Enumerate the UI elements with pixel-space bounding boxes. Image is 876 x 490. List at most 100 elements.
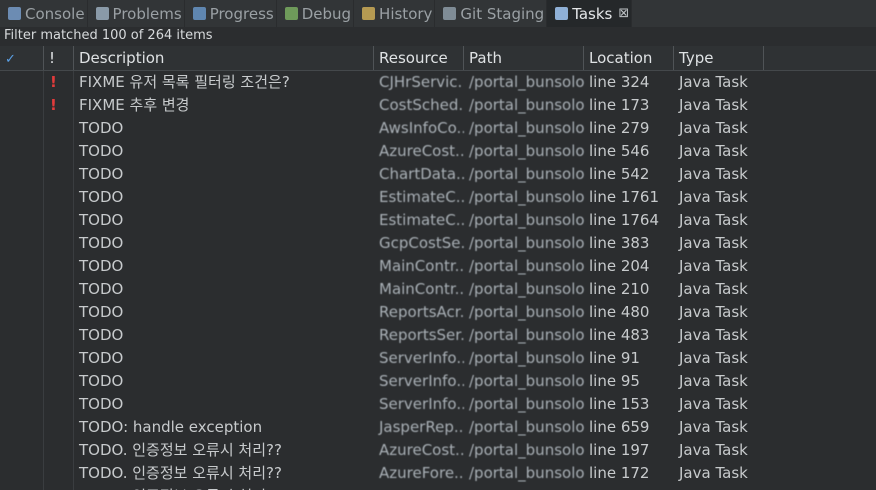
table-row[interactable]: TODO ChartData... /portal_bunsolo... line 5… bbox=[0, 163, 876, 186]
resource-cell: ReportsSer... bbox=[379, 326, 464, 344]
tab-git-staging[interactable]: Git Staging bbox=[435, 0, 548, 27]
path-cell: /portal_bunsolo... bbox=[469, 188, 584, 206]
location-cell: line 197 bbox=[589, 441, 650, 459]
tab-progress[interactable]: Progress bbox=[185, 0, 277, 27]
resource-cell: ReportsAcr... bbox=[379, 303, 464, 321]
table-row[interactable]: TODO: handle exception JasperRep... /porta… bbox=[0, 416, 876, 439]
description-cell: TODO bbox=[79, 211, 124, 229]
tab-label: Git Staging bbox=[460, 4, 545, 23]
priority-cell bbox=[44, 140, 74, 163]
priority-cell bbox=[44, 347, 74, 370]
resource-column-header[interactable]: Resource bbox=[374, 46, 464, 70]
location-cell: line 546 bbox=[589, 142, 650, 160]
location-cell: line 204 bbox=[589, 257, 650, 275]
table-row[interactable]: TODO GcpCostSe... /portal_bunsolo... line 3… bbox=[0, 232, 876, 255]
table-row[interactable]: ! FIXME 추후 변경 CostSched... /portal_bunsolo.… bbox=[0, 94, 876, 117]
completed-column-header[interactable]: ✓ bbox=[0, 46, 44, 70]
table-row[interactable]: TODO. 인증정보 오류시 처리?? AzureFore... /portal_b… bbox=[0, 462, 876, 485]
table-row[interactable]: TODO EstimateC... /portal_bunsolo... line 1… bbox=[0, 186, 876, 209]
table-row[interactable]: TODO MainContr... /portal_bunsolo... line 2… bbox=[0, 278, 876, 301]
priority-column-header[interactable]: ! bbox=[44, 46, 74, 70]
tab-problems[interactable]: Problems bbox=[88, 0, 185, 27]
priority-cell bbox=[44, 439, 74, 462]
table-row[interactable]: TODO EstimateC... /portal_bunsolo... line 1… bbox=[0, 209, 876, 232]
location-cell: line 542 bbox=[589, 165, 650, 183]
priority-cell bbox=[44, 255, 74, 278]
path-cell: /portal_bunsolo... bbox=[469, 395, 584, 413]
type-cell: Java Task bbox=[679, 464, 748, 482]
table-row[interactable]: TODO AwsInfoCo... /portal_bunsolo... line 2… bbox=[0, 117, 876, 140]
completed-cell bbox=[0, 163, 44, 186]
resource-cell: AzureFore... bbox=[379, 464, 464, 482]
tasks-table-body: ! FIXME 유저 목록 필터링 조건은? CJHrServic... /porta… bbox=[0, 71, 876, 490]
description-cell: TODO: handle exception bbox=[79, 418, 263, 436]
table-row[interactable]: TODO MainContr... /portal_bunsolo... line 2… bbox=[0, 255, 876, 278]
description-column-header[interactable]: Description bbox=[74, 46, 374, 70]
tasks-view: Console Problems Progress Debug History Git S… bbox=[0, 0, 876, 490]
type-column-header[interactable]: Type bbox=[674, 46, 764, 70]
tab-history[interactable]: History bbox=[354, 0, 436, 27]
resource-cell: EstimateC... bbox=[379, 211, 464, 229]
path-cell: /portal_bunsolo... bbox=[469, 211, 584, 229]
description-cell: TODO. 인증정보 오류시 처리?? bbox=[74, 485, 374, 490]
table-header: ✓ ! Description Resource Path Location T… bbox=[0, 46, 876, 71]
view-tab-bar: Console Problems Progress Debug History Git S… bbox=[0, 0, 876, 27]
description-cell: FIXME 유저 목록 필터링 조건은? bbox=[79, 73, 290, 91]
table-row[interactable]: TODO ServerInfo... /portal_bunsolo... line … bbox=[0, 347, 876, 370]
location-cell: line 91 bbox=[589, 349, 640, 367]
type-cell bbox=[674, 485, 764, 490]
type-cell: Java Task bbox=[679, 303, 748, 321]
type-cell: Java Task bbox=[679, 349, 748, 367]
description-cell: TODO bbox=[79, 303, 124, 321]
path-column-header[interactable]: Path bbox=[464, 46, 584, 70]
table-row[interactable]: ! FIXME 유저 목록 필터링 조건은? CJHrServic... /porta… bbox=[0, 71, 876, 94]
location-column-header[interactable]: Location bbox=[584, 46, 674, 70]
table-row[interactable]: TODO. 인증정보 오류시 처리?? AzureCost... /portal_b… bbox=[0, 439, 876, 462]
description-cell: TODO bbox=[79, 188, 124, 206]
location-cell: line 172 bbox=[589, 464, 650, 482]
priority-cell bbox=[44, 117, 74, 140]
description-cell: TODO bbox=[79, 257, 124, 275]
path-cell: /portal_bunsolo... bbox=[469, 234, 584, 252]
resource-cell: EstimateC... bbox=[379, 188, 464, 206]
type-cell: Java Task bbox=[679, 326, 748, 344]
priority-cell bbox=[44, 370, 74, 393]
completed-cell bbox=[0, 232, 44, 255]
table-row[interactable]: TODO AzureCost... /portal_bunsolo... line 5… bbox=[0, 140, 876, 163]
completed-cell bbox=[0, 209, 44, 232]
tab-tasks[interactable]: Tasks ⊠ bbox=[547, 0, 633, 27]
completed-cell bbox=[0, 117, 44, 140]
type-cell: Java Task bbox=[679, 395, 748, 413]
console-icon bbox=[8, 7, 21, 20]
table-row[interactable]: TODO ServerInfo... /portal_bunsolo... line … bbox=[0, 370, 876, 393]
tab-console[interactable]: Console bbox=[0, 0, 88, 27]
path-cell: /portal_bunsolo... bbox=[469, 119, 584, 137]
type-cell: Java Task bbox=[679, 418, 748, 436]
description-cell: TODO bbox=[79, 280, 124, 298]
close-icon[interactable]: ⊠ bbox=[618, 6, 629, 21]
completed-cell bbox=[0, 186, 44, 209]
resource-cell: ServerInfo... bbox=[379, 395, 464, 413]
table-row[interactable]: TODO ReportsAcr... /portal_bunsolo... line … bbox=[0, 301, 876, 324]
resource-cell: CostSched... bbox=[379, 96, 464, 114]
location-cell: line 1764 bbox=[589, 211, 660, 229]
location-cell: line 324 bbox=[589, 73, 650, 91]
priority-cell bbox=[44, 163, 74, 186]
completed-cell bbox=[0, 416, 44, 439]
resource-cell: AwsInfoCo... bbox=[379, 119, 464, 137]
location-cell: line 1761 bbox=[589, 188, 660, 206]
completed-cell bbox=[0, 393, 44, 416]
resource-cell: GcpCostSe... bbox=[379, 234, 464, 252]
tasks-icon bbox=[555, 7, 569, 20]
description-cell: TODO bbox=[79, 395, 124, 413]
priority-cell bbox=[44, 186, 74, 209]
path-cell: /portal_bunsolo... bbox=[469, 280, 584, 298]
filter-status: Filter matched 100 of 264 items bbox=[4, 28, 213, 43]
table-row[interactable]: TODO. 인증정보 오류시 처리?? bbox=[0, 485, 876, 490]
type-cell: Java Task bbox=[679, 96, 748, 114]
type-cell: Java Task bbox=[679, 142, 748, 160]
tab-debug[interactable]: Debug bbox=[277, 0, 355, 27]
table-row[interactable]: TODO ReportsSer... /portal_bunsolo... line … bbox=[0, 324, 876, 347]
priority-cell bbox=[44, 462, 74, 485]
table-row[interactable]: TODO ServerInfo... /portal_bunsolo... line … bbox=[0, 393, 876, 416]
